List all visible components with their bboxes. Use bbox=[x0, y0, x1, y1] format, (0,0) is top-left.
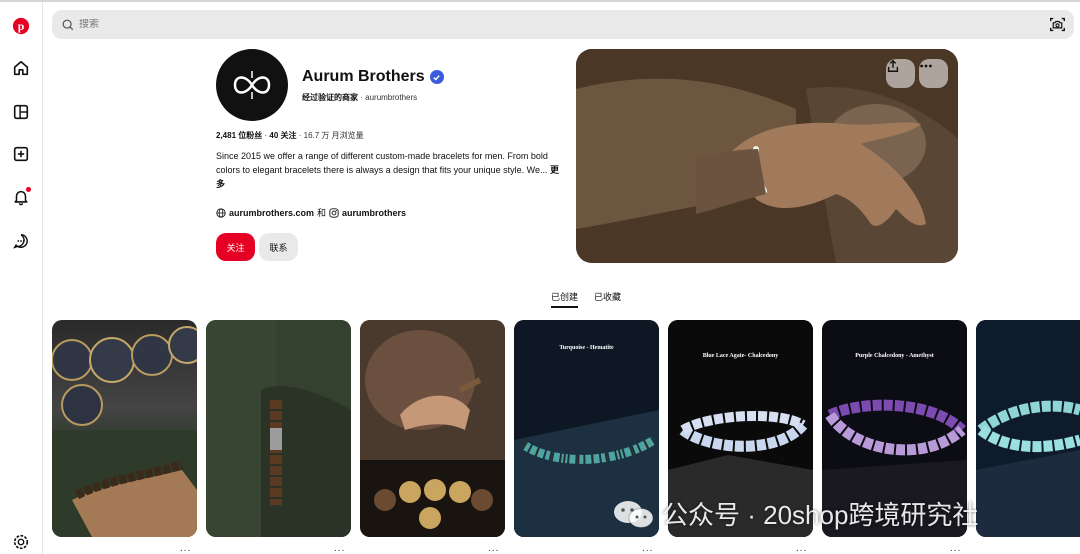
share-icon bbox=[887, 59, 899, 72]
create-icon[interactable] bbox=[11, 144, 31, 164]
avatar bbox=[216, 49, 288, 121]
pin-more-button[interactable]: ... bbox=[180, 543, 191, 554]
tab-saved[interactable]: 已收藏 bbox=[594, 290, 621, 303]
search-input[interactable] bbox=[79, 19, 979, 30]
pin-card[interactable] bbox=[206, 320, 351, 537]
camera-search-icon[interactable] bbox=[1049, 16, 1066, 33]
message-icon[interactable] bbox=[11, 231, 31, 251]
more-options-button[interactable] bbox=[919, 59, 948, 88]
pinterest-logo-icon[interactable]: p bbox=[11, 16, 31, 36]
settings-icon[interactable] bbox=[11, 532, 31, 552]
tab-created[interactable]: 已创建 bbox=[551, 290, 579, 308]
more-icon bbox=[920, 64, 932, 68]
sidebar: p bbox=[0, 2, 43, 554]
brand-logo-icon bbox=[233, 71, 271, 99]
followers-count[interactable]: 2,481 位粉丝 bbox=[216, 131, 262, 140]
profile-handle: aurumbrothers bbox=[365, 93, 418, 102]
contact-button[interactable]: 联系 bbox=[259, 233, 298, 261]
bell-icon[interactable] bbox=[11, 187, 31, 207]
pin-card[interactable] bbox=[976, 320, 1080, 537]
pin-image bbox=[52, 326, 197, 537]
description-text: Since 2015 we offer a range of different… bbox=[216, 151, 548, 175]
merchant-label: 经过验证的商家 bbox=[302, 93, 358, 102]
and-label: 和 bbox=[317, 208, 327, 218]
pin-caption: Purple Chalcedony - Amethyst bbox=[855, 353, 934, 359]
layout-icon[interactable] bbox=[11, 102, 31, 122]
pin-caption: Blue Lace Agate- Chalcedony bbox=[702, 353, 779, 359]
globe-icon bbox=[216, 207, 226, 218]
profile-links: aurumbrothers.com 和 aurumbrothers bbox=[216, 206, 406, 219]
instagram-icon bbox=[329, 207, 339, 218]
pin-image bbox=[976, 320, 1080, 537]
notification-dot bbox=[26, 187, 31, 192]
pin-more-button[interactable]: ... bbox=[334, 543, 345, 554]
pin-more-button[interactable]: ... bbox=[796, 543, 807, 554]
share-button[interactable] bbox=[886, 59, 915, 88]
pin-caption: Turquoise - Hematite bbox=[559, 345, 614, 351]
following-count[interactable]: 40 关注 bbox=[269, 131, 296, 140]
profile-name: Aurum Brothers bbox=[302, 68, 444, 86]
search-icon bbox=[62, 19, 74, 30]
website-link[interactable]: aurumbrothers.com bbox=[229, 208, 314, 218]
cover-image bbox=[576, 49, 958, 263]
watermark: 公众号 · 20shop跨境研究社 bbox=[612, 495, 978, 532]
pin-card[interactable] bbox=[360, 320, 505, 537]
pin-image bbox=[206, 320, 351, 537]
pin-more-button[interactable]: ... bbox=[642, 543, 653, 554]
instagram-link[interactable]: aurumbrothers bbox=[342, 208, 406, 218]
verified-icon bbox=[429, 70, 444, 84]
profile-description: Since 2015 we offer a range of different… bbox=[216, 149, 566, 191]
pin-card[interactable] bbox=[52, 320, 197, 537]
home-icon[interactable] bbox=[11, 58, 31, 78]
monthly-views: 16.7 万 月浏览量 bbox=[303, 131, 364, 140]
pin-image bbox=[360, 320, 505, 537]
wechat-icon bbox=[614, 500, 654, 528]
follow-button[interactable]: 关注 bbox=[216, 233, 255, 261]
watermark-text: 公众号 · 20shop跨境研究社 bbox=[662, 500, 979, 530]
pin-more-button[interactable]: ... bbox=[488, 543, 499, 554]
svg-text:p: p bbox=[18, 20, 25, 33]
profile-name-text: Aurum Brothers bbox=[302, 68, 425, 85]
pin-more-button[interactable]: ... bbox=[950, 543, 961, 554]
search-bar[interactable] bbox=[52, 10, 1074, 39]
profile-stats: 2,481 位粉丝 · 40 关注 · 16.7 万 月浏览量 bbox=[216, 130, 364, 141]
profile-subtitle: 经过验证的商家 · aurumbrothers bbox=[302, 92, 417, 103]
top-border bbox=[0, 0, 1080, 2]
